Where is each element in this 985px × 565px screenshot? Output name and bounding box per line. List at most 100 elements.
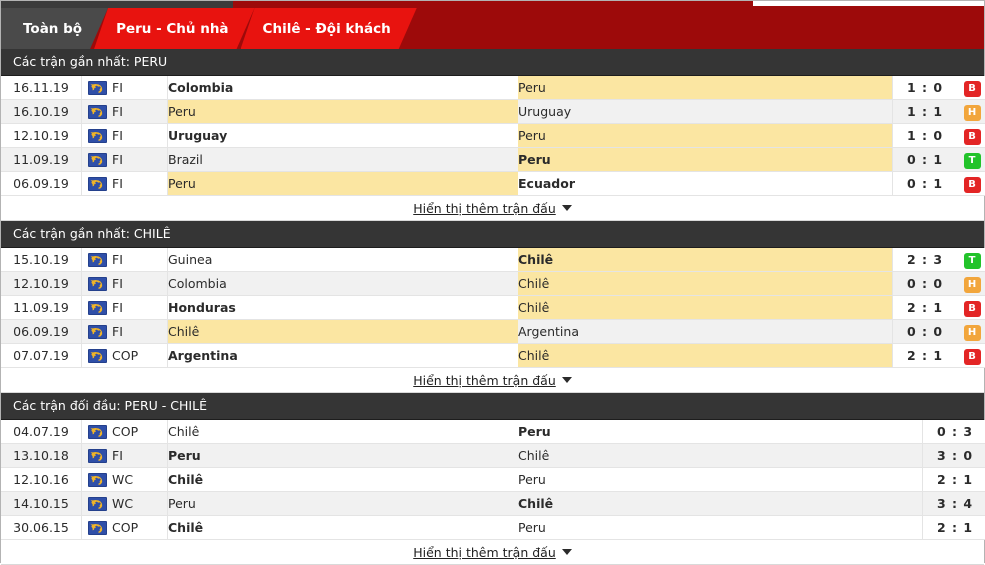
away-team: Peru [518, 468, 923, 492]
result-badge-cell: B [957, 124, 985, 148]
match-date: 30.06.15 [1, 516, 82, 540]
competition-icon-cell [82, 420, 113, 444]
status-badge: B [964, 177, 981, 193]
competition-icon-cell [82, 172, 113, 196]
competition-icon-cell [82, 492, 113, 516]
result-badge-cell: H [957, 272, 985, 296]
competition-icon-cell [82, 320, 113, 344]
match-date: 14.10.15 [1, 492, 82, 516]
show-more-link[interactable]: Hiển thị thêm trận đấu [413, 545, 556, 560]
home-team: Argentina [168, 344, 519, 368]
world-globe-icon [88, 153, 107, 167]
world-globe-icon [88, 425, 107, 439]
chevron-down-icon[interactable] [562, 205, 572, 211]
away-team: Chilê [518, 492, 923, 516]
result-badge-cell: B [957, 76, 985, 100]
table-row[interactable]: 11.09.19FIBrazilPeru0 : 1T [1, 148, 985, 172]
chevron-down-icon[interactable] [562, 377, 572, 383]
home-team: Peru [168, 492, 519, 516]
match-date: 11.09.19 [1, 148, 82, 172]
table-row[interactable]: 16.10.19FIPeruUruguay1 : 1H [1, 100, 985, 124]
table-row[interactable]: 04.07.19COPChilêPeru0 : 3 [1, 420, 985, 444]
result-badge-cell: B [957, 172, 985, 196]
competition-icon-cell [82, 516, 113, 540]
away-team: Peru [518, 148, 893, 172]
away-team: Argentina [518, 320, 893, 344]
chevron-down-icon[interactable] [562, 549, 572, 555]
match-score: 0 : 0 [893, 320, 958, 344]
tab-label: Peru - Chủ nhà [116, 21, 228, 37]
match-date: 06.09.19 [1, 320, 82, 344]
result-badge-cell: T [957, 148, 985, 172]
match-date: 04.07.19 [1, 420, 82, 444]
home-team: Brazil [168, 148, 519, 172]
status-badge: B [964, 301, 981, 317]
competition-code: FI [112, 100, 168, 124]
status-badge: H [964, 325, 981, 341]
world-globe-icon [88, 349, 107, 363]
top-banner: Toàn bộ Peru - Chủ nhà Chilê - Đội khách [1, 1, 984, 49]
competition-icon-cell [82, 344, 113, 368]
match-date: 12.10.16 [1, 468, 82, 492]
table-row[interactable]: 16.11.19FIColombiaPeru1 : 0B [1, 76, 985, 100]
away-team: Uruguay [518, 100, 893, 124]
section-header: Các trận gần nhất: PERU [1, 49, 984, 76]
competition-icon-cell [82, 296, 113, 320]
show-more-link[interactable]: Hiển thị thêm trận đấu [413, 373, 556, 388]
table-row[interactable]: 12.10.19FIColombiaChilê0 : 0H [1, 272, 985, 296]
away-team: Peru [518, 76, 893, 100]
world-globe-icon [88, 129, 107, 143]
tab-away[interactable]: Chilê - Đội khách [241, 8, 417, 49]
away-team: Peru [518, 124, 893, 148]
world-globe-icon [88, 301, 107, 315]
competition-code: FI [112, 124, 168, 148]
home-team: Colombia [168, 76, 519, 100]
match-score: 3 : 0 [923, 444, 985, 468]
match-date: 13.10.18 [1, 444, 82, 468]
show-more-link[interactable]: Hiển thị thêm trận đấu [413, 201, 556, 216]
competition-code: FI [112, 172, 168, 196]
world-globe-icon [88, 473, 107, 487]
competition-code: FI [112, 148, 168, 172]
competition-icon-cell [82, 148, 113, 172]
world-globe-icon [88, 253, 107, 267]
away-team: Chilê [518, 444, 923, 468]
competition-code: COP [112, 516, 168, 540]
table-row[interactable]: 06.09.19FIPeruEcuador0 : 1B [1, 172, 985, 196]
result-badge-cell: H [957, 100, 985, 124]
match-date: 07.07.19 [1, 344, 82, 368]
home-team: Peru [168, 100, 519, 124]
show-more-row: Hiển thị thêm trận đấu [1, 368, 984, 393]
tab-label: Chilê - Đội khách [263, 21, 391, 37]
competition-icon-cell [82, 76, 113, 100]
table-row[interactable]: 30.06.15COPChilêPeru2 : 1 [1, 516, 985, 540]
competition-code: WC [112, 492, 168, 516]
status-badge: B [964, 349, 981, 365]
away-team: Peru [518, 516, 923, 540]
banner-dark-strip [1, 1, 233, 8]
table-row[interactable]: 14.10.15WCPeruChilê3 : 4 [1, 492, 985, 516]
away-team: Peru [518, 420, 923, 444]
home-team: Chilê [168, 320, 519, 344]
competition-code: FI [112, 296, 168, 320]
match-table: 16.11.19FIColombiaPeru1 : 0B16.10.19FIPe… [1, 76, 985, 196]
table-row[interactable]: 12.10.16WCChilêPeru2 : 1 [1, 468, 985, 492]
match-table: 15.10.19FIGuineaChilê2 : 3T12.10.19FICol… [1, 248, 985, 368]
table-row[interactable]: 12.10.19FIUruguayPeru1 : 0B [1, 124, 985, 148]
tab-home[interactable]: Peru - Chủ nhà [94, 8, 254, 49]
result-badge-cell: T [957, 248, 985, 272]
tab-all[interactable]: Toàn bộ [1, 8, 108, 49]
table-row[interactable]: 11.09.19FIHondurasChilê2 : 1B [1, 296, 985, 320]
match-score: 1 : 1 [893, 100, 958, 124]
match-date: 11.09.19 [1, 296, 82, 320]
match-score: 2 : 1 [923, 516, 985, 540]
table-row[interactable]: 15.10.19FIGuineaChilê2 : 3T [1, 248, 985, 272]
world-globe-icon [88, 497, 107, 511]
table-row[interactable]: 06.09.19 FIChilêArgentina0 : 0 H [1, 320, 985, 344]
table-row[interactable]: 07.07.19COPArgentinaChilê2 : 1B [1, 344, 985, 368]
match-date: 16.11.19 [1, 76, 82, 100]
away-team: Chilê [518, 272, 893, 296]
result-badge-cell: B [957, 344, 985, 368]
competition-code: FI [112, 320, 168, 344]
table-row[interactable]: 13.10.18FIPeruChilê3 : 0 [1, 444, 985, 468]
